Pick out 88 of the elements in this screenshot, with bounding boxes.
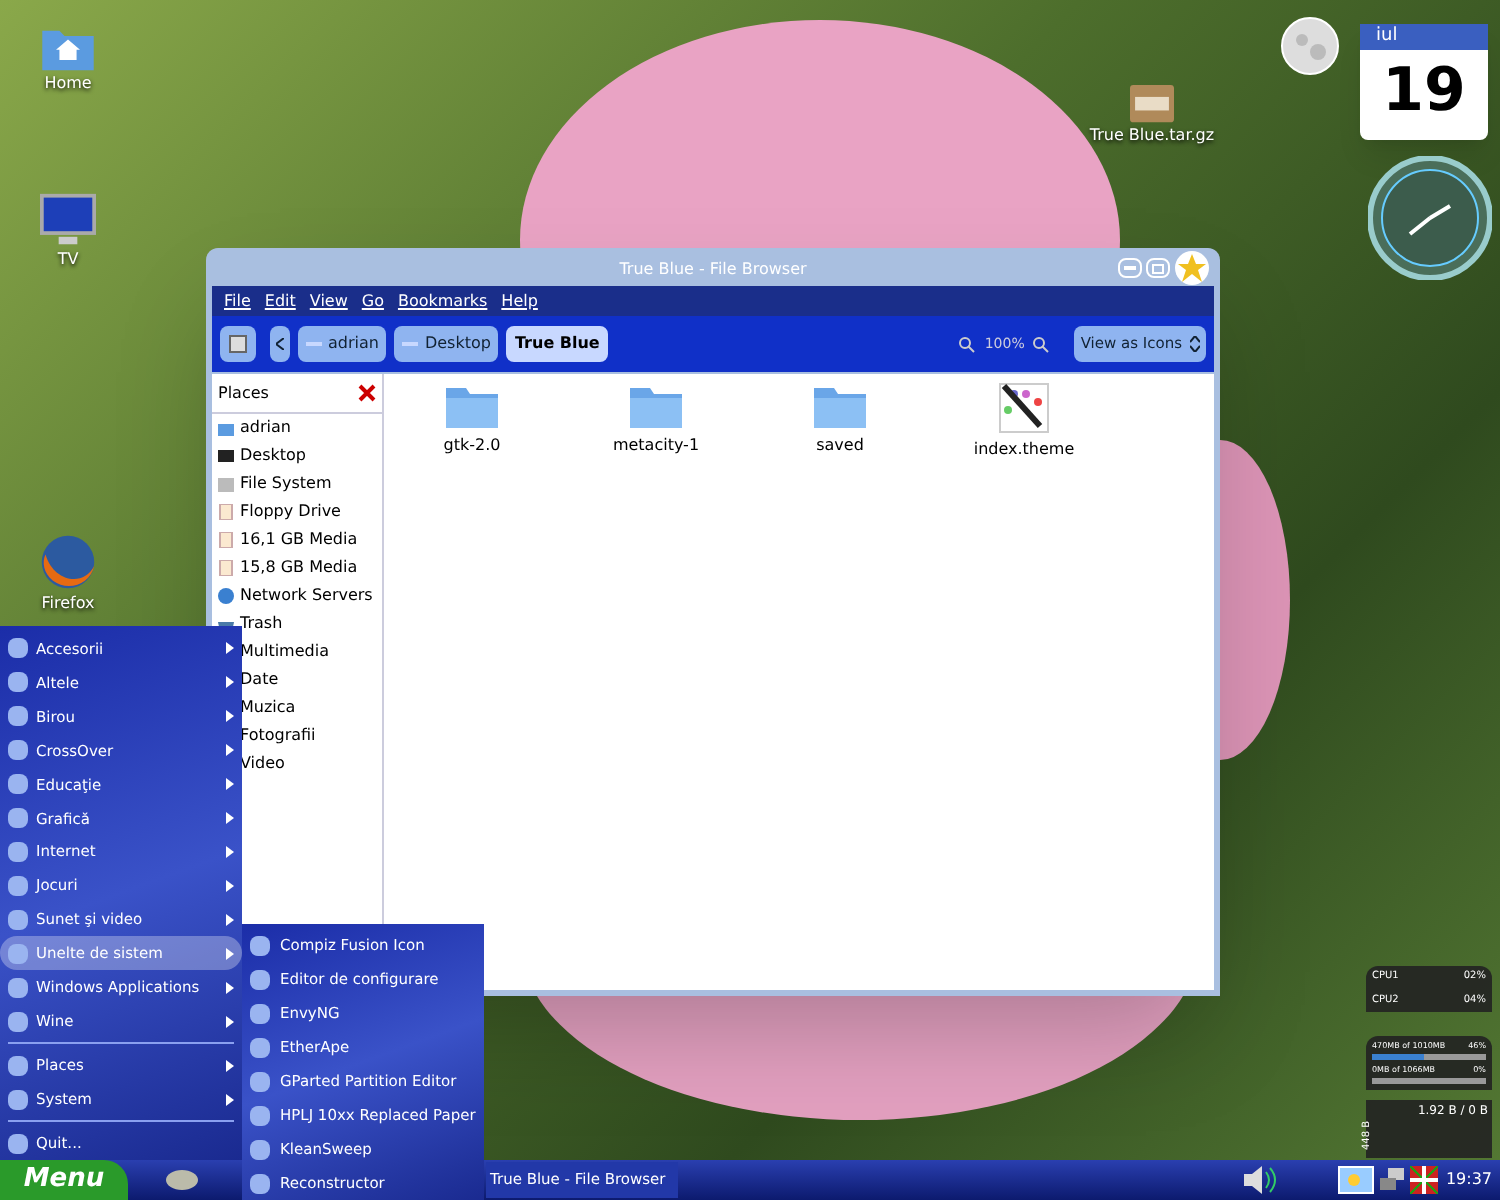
place-item[interactable]: File System	[240, 472, 332, 496]
app-icon	[8, 943, 28, 964]
app-icon	[8, 1133, 28, 1154]
icon-label[interactable]: True Blue.tar.gz	[1089, 124, 1215, 148]
menu-item[interactable]: Edit	[264, 289, 296, 313]
submenu-arrow-icon	[226, 676, 234, 689]
minimize-icon	[1124, 266, 1136, 270]
submenu-arrow-icon	[226, 642, 234, 655]
network-computers-icon[interactable]	[1379, 1168, 1404, 1192]
picture-frame-icon[interactable]	[1337, 1166, 1374, 1194]
submenu-arrow-icon	[226, 981, 234, 994]
maximize-icon	[1152, 263, 1164, 273]
app-icon	[8, 1055, 28, 1076]
place-item[interactable]: Date	[240, 668, 279, 692]
app-icon	[8, 842, 28, 863]
close-icon[interactable]	[358, 384, 376, 402]
submenu-arrow-icon	[226, 846, 234, 859]
submenu-arrow-icon	[226, 744, 234, 757]
sidebar-toggle-button[interactable]	[220, 326, 256, 362]
app-icon	[8, 638, 28, 659]
file-label[interactable]: index.theme	[973, 438, 1075, 462]
zoom-out-icon[interactable]	[958, 335, 977, 353]
place-item[interactable]: Desktop	[240, 444, 306, 468]
place-item[interactable]: 16,1 GB Media	[240, 528, 358, 552]
file-label[interactable]: gtk-2.0	[443, 434, 501, 458]
place-item[interactable]: Multimedia	[240, 640, 329, 664]
submenu-arrow-icon	[226, 1093, 234, 1106]
submenu-arrow-icon	[226, 710, 234, 723]
app-icon	[8, 1089, 28, 1110]
app-icon	[8, 876, 28, 897]
place-item[interactable]: adrian	[240, 416, 291, 440]
app-icon	[8, 909, 28, 930]
app-icon	[8, 672, 28, 693]
submenu-arrow-icon	[226, 947, 234, 960]
menu-item[interactable]: File	[224, 289, 251, 313]
submenu-arrow-icon	[226, 1059, 234, 1072]
sidebar-title[interactable]: Places	[218, 381, 269, 405]
notepad-icon	[228, 334, 248, 354]
submenu-arrow-icon	[226, 778, 234, 791]
star-icon[interactable]	[1174, 250, 1210, 286]
monitor-icon	[38, 192, 98, 248]
place-item[interactable]: Video	[240, 752, 285, 776]
window-title: True Blue - File Browser	[619, 258, 807, 282]
file-label[interactable]: metacity-1	[612, 434, 700, 458]
place-item[interactable]: Trash	[240, 612, 283, 636]
calendar-day: 19	[1360, 50, 1488, 134]
place-item[interactable]: 15,8 GB Media	[240, 556, 358, 580]
app-icon	[8, 740, 28, 761]
clock-icon	[1368, 156, 1492, 280]
memory-bar	[1372, 1054, 1486, 1060]
menu-button[interactable]: Menu	[0, 1160, 128, 1200]
calendar-month: iul	[1360, 24, 1488, 50]
fox-globe-icon	[38, 532, 98, 592]
moon-icon	[1280, 16, 1340, 76]
submenu-arrow-icon	[226, 880, 234, 893]
place-item[interactable]: Muzica	[240, 696, 296, 720]
path-button[interactable]: Desktop	[394, 326, 499, 362]
menu-item[interactable]: Help	[501, 289, 538, 313]
menu-item[interactable]: View	[309, 289, 348, 313]
chevron-left-icon	[276, 338, 284, 350]
volume-icon[interactable]	[1241, 1164, 1278, 1196]
updown-arrow-icon	[1190, 336, 1200, 352]
place-item[interactable]: Fotografii	[240, 724, 316, 748]
zoom-in-icon[interactable]	[1032, 335, 1051, 353]
menu-item[interactable]: Go	[361, 289, 384, 313]
place-item[interactable]: Floppy Drive	[240, 500, 341, 524]
app-icon	[8, 977, 28, 998]
path-button[interactable]: True Blue	[506, 326, 608, 362]
app-icon	[8, 706, 28, 727]
icon-label[interactable]: Firefox	[41, 592, 95, 616]
app-icon	[8, 774, 28, 795]
file-label[interactable]: saved	[816, 434, 864, 458]
app-icon	[8, 1011, 28, 1032]
flag-icon[interactable]	[1409, 1166, 1438, 1194]
globe-icon	[218, 588, 234, 604]
monitor-icon	[218, 448, 234, 464]
back-button[interactable]	[270, 326, 290, 362]
place-item[interactable]: Network Servers	[240, 584, 373, 608]
submenu-arrow-icon	[226, 1015, 234, 1028]
app-icon	[8, 808, 28, 829]
paintbrush-palette-icon[interactable]	[998, 382, 1050, 434]
submenu-arrow-icon	[226, 913, 234, 926]
box-icon	[1128, 80, 1176, 124]
speaker-disc-icon[interactable]	[164, 1168, 200, 1192]
clock-time: 19:37	[1445, 1168, 1492, 1192]
path-button[interactable]: adrian	[298, 326, 387, 362]
menu-item[interactable]: Bookmarks	[397, 289, 488, 313]
submenu-arrow-icon	[226, 812, 234, 825]
